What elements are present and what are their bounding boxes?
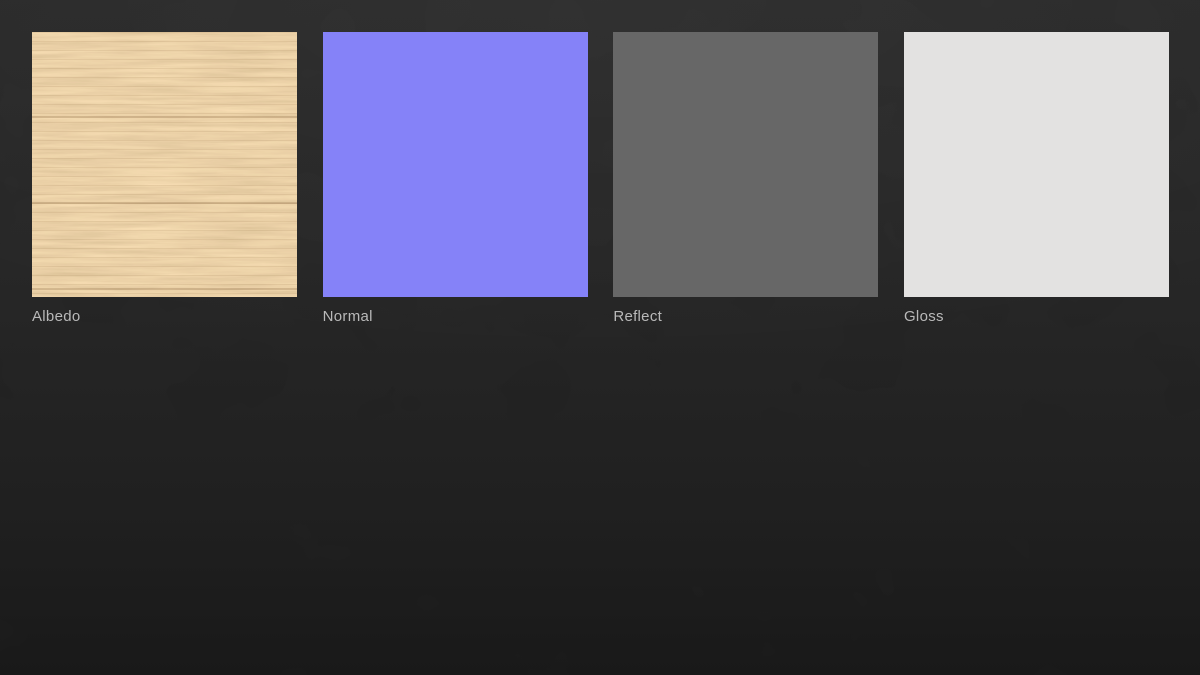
material-map-row: Albedo Normal Reflect Gloss [0, 0, 1200, 326]
reflect-label: Reflect [613, 308, 878, 326]
reflect-map-preview[interactable] [613, 32, 878, 297]
albedo-label: Albedo [32, 308, 297, 326]
gloss-label: Gloss [904, 308, 1169, 326]
material-tile-albedo: Albedo [32, 32, 297, 326]
material-tile-normal: Normal [323, 32, 588, 326]
material-tile-gloss: Gloss [904, 32, 1169, 326]
gloss-map-preview[interactable] [904, 32, 1169, 297]
normal-map-preview[interactable] [323, 32, 588, 297]
albedo-map-preview[interactable] [32, 32, 297, 297]
material-tile-reflect: Reflect [613, 32, 878, 326]
normal-label: Normal [323, 308, 588, 326]
